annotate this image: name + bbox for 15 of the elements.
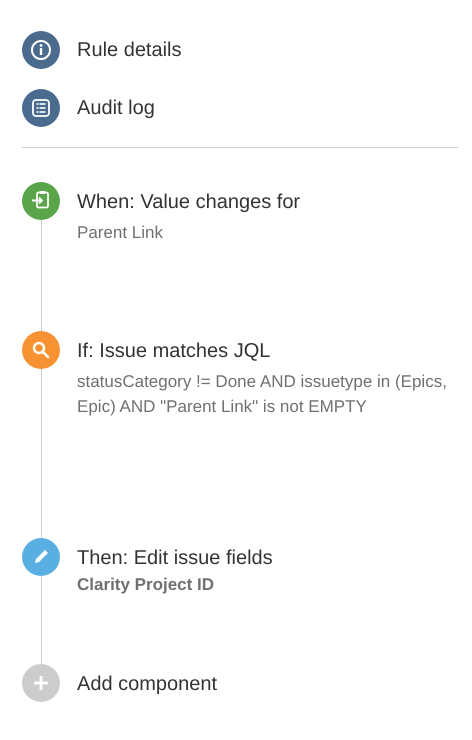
info-icon: [22, 31, 60, 69]
step-detail: Clarity Project ID: [77, 574, 215, 596]
plus-icon[interactable]: [22, 664, 60, 702]
nav-item[interactable]: Audit log: [22, 89, 458, 127]
search-icon: [22, 331, 60, 369]
step-title: When: Value changes for: [77, 190, 300, 214]
add-component-link[interactable]: Add component: [77, 672, 218, 696]
clipboard-icon: [22, 182, 60, 220]
step-title: Then: Edit issue fields: [77, 546, 273, 570]
step-detail: statusCategory != Done AND issuetype in (Epics, Epic) AND "Parent Link" is not EMPTY: [77, 371, 448, 418]
step-detail: Parent Link: [77, 222, 164, 244]
step-title: If: Issue matches JQL: [77, 339, 272, 363]
nav-item[interactable]: Rule details: [22, 31, 458, 69]
list-icon: [22, 89, 60, 127]
pencil-icon: [22, 538, 60, 576]
